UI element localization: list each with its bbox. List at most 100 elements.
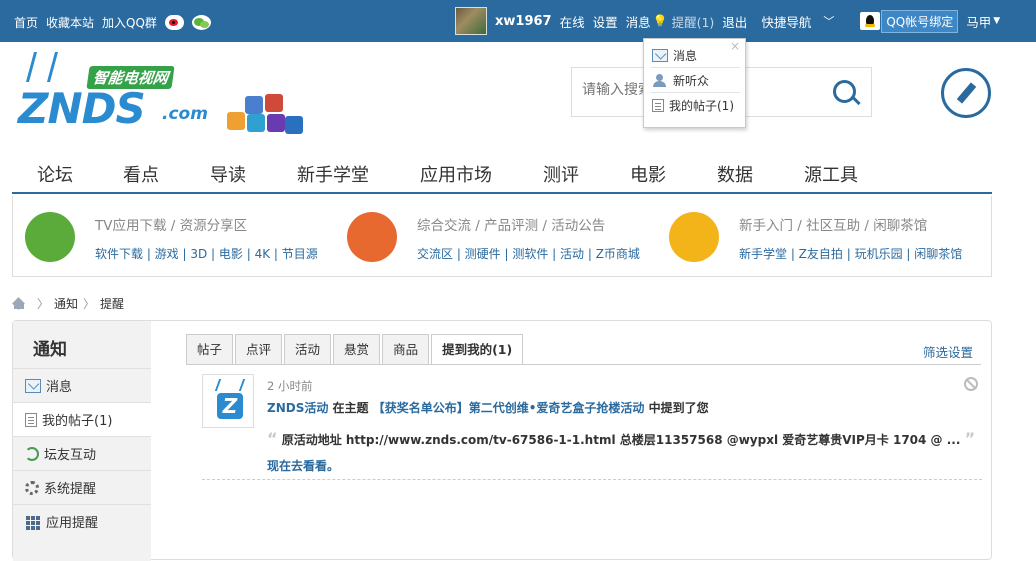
- category-panel: TV应用下载 / 资源分享区 软件下载 | 游戏 | 3D | 电影 | 4K …: [12, 196, 992, 277]
- wechat-icon[interactable]: [191, 15, 211, 30]
- person-icon: [652, 74, 668, 87]
- main-nav: 论坛 看点 导读 新手学堂 应用市场 测评 电影 数据 源工具: [12, 152, 992, 194]
- qq-bind-button[interactable]: QQ帐号绑定: [860, 9, 959, 33]
- join-qq-group-link[interactable]: 加入QQ群: [102, 14, 157, 31]
- content-frame: 通知 消息 我的帖子(1) 坛友互动 系统提醒 应用提醒 帖子 点评 活动 悬赏…: [12, 320, 992, 561]
- nav-item-movies[interactable]: 电影: [630, 161, 666, 187]
- category-title[interactable]: TV应用下载 / 资源分享区: [95, 214, 247, 234]
- divider: [650, 92, 740, 93]
- tab-activities[interactable]: 活动: [284, 334, 332, 364]
- home-icon[interactable]: [12, 298, 26, 309]
- tab-goods[interactable]: 商品: [382, 334, 430, 364]
- popup-item-new-followers[interactable]: 新听众: [652, 72, 709, 89]
- category-links[interactable]: 软件下载 | 游戏 | 3D | 电影 | 4K | 节目源: [95, 245, 318, 262]
- sidebar-item-messages[interactable]: 消息: [13, 368, 151, 402]
- popup-item-label: 消息: [673, 49, 698, 63]
- breadcrumb-reminder[interactable]: 提醒: [100, 295, 124, 312]
- pin-icon[interactable]: [347, 212, 397, 262]
- category-links[interactable]: 交流区 | 测硬件 | 测软件 | 活动 | Z币商城: [417, 245, 640, 262]
- site-logo[interactable]: 智能电视网 ZNDS .com: [14, 52, 214, 136]
- avatar[interactable]: [455, 7, 487, 35]
- mail-icon: [25, 378, 41, 393]
- book-icon[interactable]: [669, 212, 719, 262]
- sidebar-item-system[interactable]: 系统提醒: [13, 470, 151, 504]
- home-link[interactable]: 首页: [14, 14, 38, 31]
- weibo-icon[interactable]: [164, 15, 184, 30]
- settings-link[interactable]: 设置: [593, 12, 618, 31]
- category-title[interactable]: 综合交流 / 产品评测 / 活动公告: [417, 214, 605, 234]
- mentioned-text: 中提到了您: [644, 401, 709, 415]
- nav-item-reviews[interactable]: 测评: [543, 161, 579, 187]
- separator: 〉: [83, 297, 96, 311]
- tab-rewards[interactable]: 悬赏: [333, 334, 381, 364]
- grid-icon: [25, 515, 41, 529]
- caret-down-icon[interactable]: ▼: [993, 16, 1000, 26]
- nav-item-data[interactable]: 数据: [717, 161, 753, 187]
- close-icon[interactable]: ×: [730, 39, 740, 53]
- user-menu[interactable]: 马甲: [966, 12, 991, 31]
- avatar[interactable]: [202, 374, 254, 428]
- sidebar-item-my-posts[interactable]: 我的帖子(1): [13, 402, 151, 436]
- online-status[interactable]: 在线: [560, 12, 585, 31]
- popup-item-label: 新听众: [673, 74, 710, 88]
- recycle-icon: [25, 446, 39, 461]
- app-icon: [267, 114, 285, 132]
- sidebar-item-label: 应用提醒: [46, 516, 99, 531]
- mail-icon: [652, 49, 668, 62]
- search-icon[interactable]: [833, 80, 861, 108]
- nav-item-forum[interactable]: 论坛: [37, 161, 73, 187]
- popup-item-messages[interactable]: 消息: [652, 47, 697, 64]
- reminder-link[interactable]: 提醒(1): [672, 12, 715, 31]
- bookmark-link[interactable]: 收藏本站: [46, 14, 94, 31]
- app-icon: [227, 112, 245, 130]
- sidebar-item-apps[interactable]: 应用提醒: [13, 504, 151, 538]
- close-quote-icon: ”: [964, 429, 976, 448]
- category-links[interactable]: 新手学堂 | Z友自拍 | 玩机乐园 | 闲聊茶馆: [739, 245, 962, 262]
- gear-icon: [25, 480, 39, 495]
- quote-text: 原活动地址 http://www.znds.com/tv-67586-1-1.h…: [281, 433, 961, 447]
- view-now-link[interactable]: 现在去看看。: [267, 457, 339, 474]
- popup-item-my-posts[interactable]: 我的帖子(1): [652, 97, 734, 114]
- popup-item-label: 我的帖子(1): [669, 99, 734, 113]
- messages-link[interactable]: 消息: [626, 12, 651, 31]
- sidebar: 通知 消息 我的帖子(1) 坛友互动 系统提醒 应用提醒: [13, 321, 151, 561]
- notification-time: 2 小时前: [267, 379, 313, 393]
- new-post-button[interactable]: [941, 68, 991, 118]
- nav-item-highlights[interactable]: 看点: [123, 161, 159, 187]
- sidebar-item-label: 坛友互动: [44, 448, 97, 463]
- filter-settings-link[interactable]: 筛选设置: [923, 342, 973, 361]
- tab-bar: 帖子 点评 活动 悬赏 商品 提到我的(1): [186, 334, 525, 365]
- app-icons-graphic: [227, 94, 305, 138]
- category-title[interactable]: 新手入门 / 社区互助 / 闲聊茶馆: [739, 214, 927, 234]
- actor-link[interactable]: ZNDS活动: [267, 401, 328, 415]
- tab-comments[interactable]: 点评: [235, 334, 283, 364]
- tab-mentions[interactable]: 提到我的(1): [431, 334, 524, 365]
- sidebar-item-label: 消息: [46, 380, 73, 395]
- ignore-icon[interactable]: [964, 377, 978, 391]
- breadcrumb-notice[interactable]: 通知: [54, 295, 78, 312]
- nav-item-guide[interactable]: 导读: [210, 161, 246, 187]
- separator: 〉: [37, 297, 50, 311]
- quick-nav-link[interactable]: 快捷导航: [761, 12, 811, 31]
- nav-item-tools[interactable]: 源工具: [804, 161, 858, 187]
- android-icon[interactable]: [25, 212, 75, 262]
- sidebar-item-label: 系统提醒: [44, 482, 97, 497]
- app-icon: [247, 114, 265, 132]
- nav-item-newbie[interactable]: 新手学堂: [297, 161, 369, 187]
- topic-link[interactable]: 【获奖名单公布】第二代创维•爱奇艺盒子抢楼活动: [373, 401, 645, 415]
- chevron-down-icon[interactable]: ﹀: [823, 13, 834, 29]
- username[interactable]: xw1967: [495, 14, 552, 29]
- logo-domain: .com: [162, 104, 208, 124]
- tab-posts[interactable]: 帖子: [186, 334, 234, 364]
- breadcrumb: 〉 通知 〉 提醒: [12, 295, 124, 312]
- notification-quote: “ 原活动地址 http://www.znds.com/tv-67586-1-1…: [267, 429, 975, 448]
- lightbulb-icon: 💡: [652, 14, 668, 28]
- app-icon: [265, 94, 283, 112]
- sidebar-title: 通知: [33, 340, 67, 360]
- logout-link[interactable]: 退出: [722, 12, 747, 31]
- sidebar-item-interactions[interactable]: 坛友互动: [13, 436, 151, 470]
- app-icon: [245, 96, 263, 114]
- notification-item: 2 小时前 ZNDS活动 在主题 【获奖名单公布】第二代创维•爱奇艺盒子抢楼活动…: [202, 374, 982, 480]
- nav-item-app-market[interactable]: 应用市场: [420, 161, 492, 187]
- tv-antenna-graphic: [25, 52, 59, 82]
